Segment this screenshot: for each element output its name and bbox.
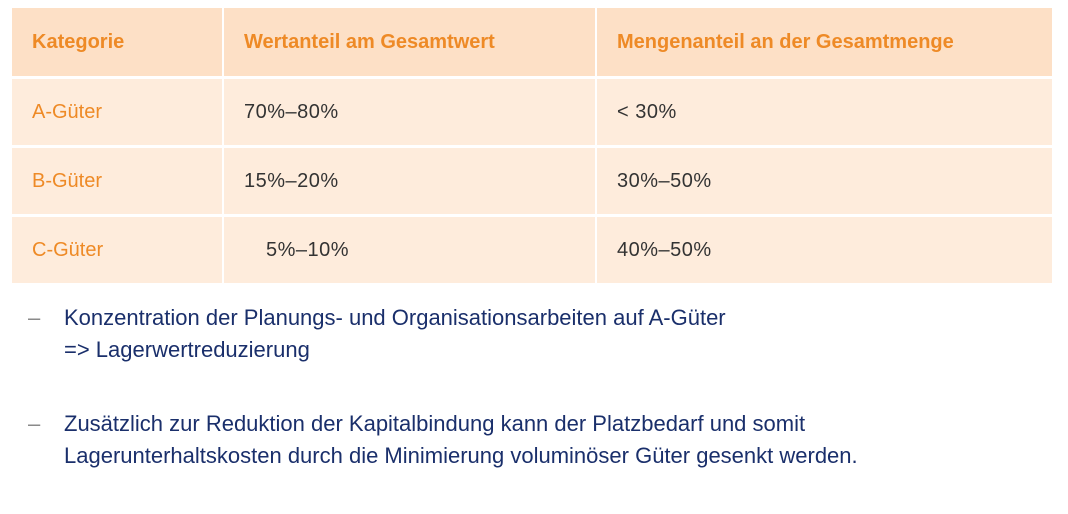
value-share-cell: 5%–10% — [223, 214, 597, 283]
table-header-row: Kategorie Wertanteil am Gesamtwert Menge… — [12, 8, 1052, 78]
bullet-list: – Konzentration der Planungs- und Organi… — [0, 302, 1068, 514]
bullet-text-line: Lagerunterhaltskosten durch die Minimier… — [64, 443, 858, 468]
dash-marker: – — [28, 411, 41, 436]
value-share-cell: 15%–20% — [223, 145, 597, 216]
bullet-text-line: Konzentration der Planungs- und Organisa… — [64, 305, 726, 330]
category-cell: B-Güter — [12, 145, 224, 216]
header-mengenanteil: Mengenanteil an der Gesamtmenge — [596, 8, 1052, 78]
value-share-cell: 70%–80% — [223, 76, 597, 147]
abc-analysis-table: Kategorie Wertanteil am Gesamtwert Menge… — [12, 8, 1052, 283]
category-cell: A-Güter — [12, 76, 224, 147]
category-cell: C-Güter — [12, 214, 224, 283]
quantity-share-cell: < 30% — [596, 76, 1052, 147]
bullet-item: – Zusätzlich zur Reduktion der Kapitalbi… — [0, 408, 1068, 472]
bullet-text-line: => Lagerwertreduzierung — [64, 337, 310, 362]
table-row: A-Güter 70%–80% < 30% — [12, 76, 1052, 147]
bullet-text-line: Zusätzlich zur Reduktion der Kapitalbind… — [64, 411, 806, 436]
table-row: C-Güter 5%–10% 40%–50% — [12, 214, 1052, 283]
bullet-item: – Konzentration der Planungs- und Organi… — [0, 302, 1068, 366]
quantity-share-cell: 30%–50% — [596, 145, 1052, 216]
table-row: B-Güter 15%–20% 30%–50% — [12, 145, 1052, 216]
quantity-share-cell: 40%–50% — [596, 214, 1052, 283]
dash-marker: – — [28, 305, 41, 330]
header-wertanteil: Wertanteil am Gesamtwert — [223, 8, 597, 78]
header-kategorie: Kategorie — [12, 8, 224, 78]
